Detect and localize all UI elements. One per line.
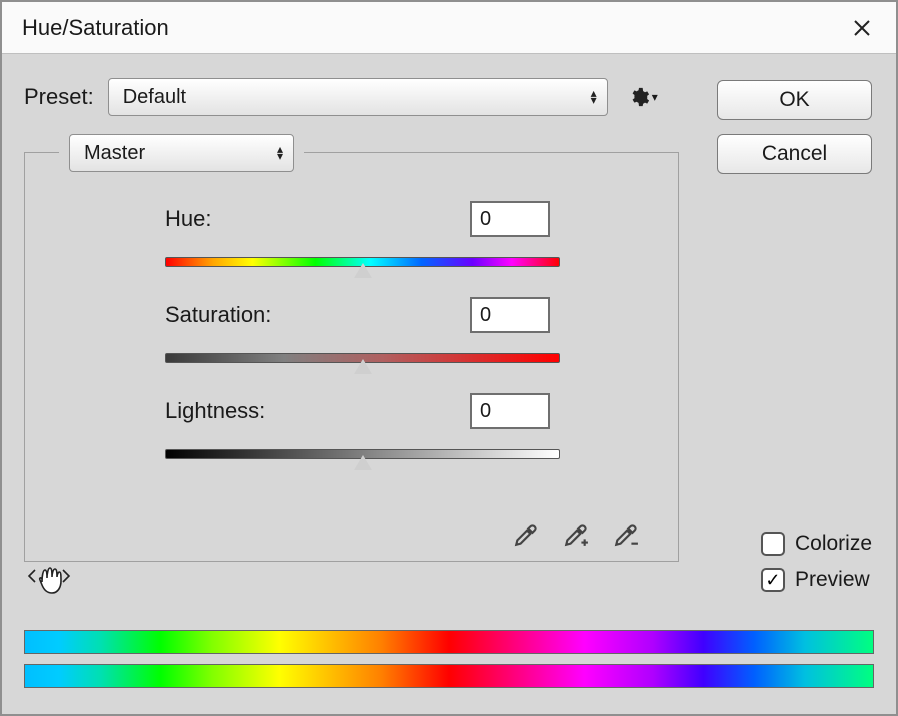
colorize-checkbox[interactable]: Colorize <box>761 532 872 556</box>
targeted-adjust-tool[interactable] <box>26 555 72 601</box>
saturation-thumb[interactable] <box>354 359 372 374</box>
titlebar: Hue/Saturation <box>2 2 896 54</box>
eyedropper-subtract-icon <box>613 522 639 548</box>
gear-icon <box>628 86 650 108</box>
saturation-slider[interactable] <box>165 353 560 363</box>
saturation-label: Saturation: <box>165 302 470 328</box>
eyedropper-subtract-button[interactable] <box>610 519 642 551</box>
action-buttons: OK Cancel <box>717 80 872 174</box>
checkbox-icon <box>761 532 785 556</box>
hue-thumb[interactable] <box>354 263 372 278</box>
colorize-label: Colorize <box>795 532 872 556</box>
hue-saturation-dialog: Hue/Saturation Preset: Default ▴▾ ▾ Mast… <box>0 0 898 716</box>
hue-slider[interactable] <box>165 257 560 267</box>
ok-button[interactable]: OK <box>717 80 872 120</box>
eyedropper-icon <box>513 522 539 548</box>
hue-block: Hue: 0 <box>25 201 678 267</box>
eyedropper-button[interactable] <box>510 519 542 551</box>
close-icon <box>852 18 872 38</box>
adjustment-group: Master ▴▾ Hue: 0 Saturation: 0 <box>24 152 679 562</box>
hue-input[interactable]: 0 <box>470 201 550 237</box>
saturation-input[interactable]: 0 <box>470 297 550 333</box>
menu-caret-icon: ▾ <box>652 90 658 104</box>
preset-label: Preset: <box>24 84 94 110</box>
lightness-thumb[interactable] <box>354 455 372 470</box>
hand-scrub-icon <box>27 556 71 600</box>
options-checks: Colorize Preview <box>761 532 872 592</box>
hue-label: Hue: <box>165 206 470 232</box>
lightness-block: Lightness: 0 <box>25 393 678 459</box>
output-spectrum <box>24 664 874 688</box>
edit-select-wrap: Master ▴▾ <box>59 134 304 172</box>
saturation-block: Saturation: 0 <box>25 297 678 363</box>
updown-icon: ▴▾ <box>277 146 283 160</box>
edit-value: Master <box>84 142 145 165</box>
preset-options-button[interactable]: ▾ <box>622 86 664 108</box>
preset-select[interactable]: Default ▴▾ <box>108 78 608 116</box>
checkbox-checked-icon <box>761 568 785 592</box>
eyedropper-add-button[interactable] <box>560 519 592 551</box>
cancel-button[interactable]: Cancel <box>717 134 872 174</box>
lightness-slider[interactable] <box>165 449 560 459</box>
preview-label: Preview <box>795 568 870 592</box>
eyedropper-add-icon <box>563 522 589 548</box>
dialog-title: Hue/Saturation <box>22 15 169 41</box>
preset-value: Default <box>123 86 186 109</box>
lightness-input[interactable]: 0 <box>470 393 550 429</box>
lightness-label: Lightness: <box>165 398 470 424</box>
close-button[interactable] <box>848 14 876 42</box>
edit-select[interactable]: Master ▴▾ <box>69 134 294 172</box>
eyedropper-tools <box>510 519 642 551</box>
updown-icon: ▴▾ <box>591 90 597 104</box>
preview-checkbox[interactable]: Preview <box>761 568 872 592</box>
input-spectrum <box>24 630 874 654</box>
